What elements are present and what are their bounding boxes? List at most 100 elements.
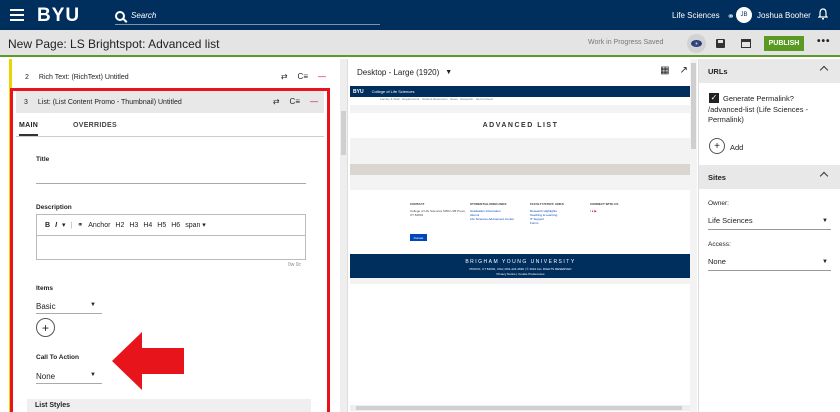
- collapse-icon[interactable]: C≡: [298, 72, 308, 81]
- char-count: 0w 0c: [288, 262, 302, 268]
- italic-button[interactable]: I: [55, 222, 57, 229]
- preview-pane: Desktop - Large (1920) ▼ ▦ ↗ BYU College…: [347, 59, 700, 412]
- urls-header-label: URLs: [708, 66, 728, 76]
- row-label: List: (List Content Promo - Thumbnail) U…: [37, 98, 182, 106]
- urls-section-header[interactable]: URLs: [699, 59, 840, 83]
- avatar[interactable]: JB: [736, 7, 752, 23]
- preview-frame[interactable]: BYU College of Life Sciences Faculty & S…: [350, 86, 691, 284]
- site-brand: BYU: [353, 88, 364, 95]
- items-select[interactable]: Basic ▼: [36, 299, 102, 313]
- bottom-line: PROVO, UT 84602, USA | 801-422-4636 | © …: [469, 267, 572, 271]
- chevron-down-icon: ▼: [445, 69, 453, 76]
- device-label: Desktop - Large (1920): [357, 68, 440, 77]
- h5-button[interactable]: H5: [157, 222, 166, 229]
- access-value: None: [708, 257, 726, 266]
- footer-col-text: Graduation Information Alumni Life Scien…: [470, 209, 515, 221]
- generate-permalink-checkbox[interactable]: ✓: [709, 93, 719, 103]
- owner-select[interactable]: Life Sciences ▼: [708, 216, 831, 230]
- add-item-button[interactable]: +: [36, 318, 55, 337]
- delete-icon[interactable]: —: [318, 72, 326, 81]
- description-label: Description: [36, 204, 72, 211]
- span-dropdown[interactable]: span ▾: [185, 221, 206, 229]
- title-input[interactable]: [36, 183, 306, 184]
- items-label: Items: [36, 285, 53, 292]
- footer-col-text: College of Life Sciences 5050 LSB Provo,…: [410, 209, 466, 217]
- bold-button[interactable]: B: [45, 222, 50, 229]
- right-sidebar: URLs ✓ Generate Permalink? /advanced-lis…: [698, 59, 840, 412]
- list-styles-section[interactable]: List Styles: [27, 399, 311, 412]
- title-label: Title: [36, 156, 50, 163]
- site-band: [350, 164, 691, 175]
- byu-logo[interactable]: BYU: [37, 5, 80, 27]
- link-icon[interactable]: ⚭: [727, 11, 735, 22]
- search-input[interactable]: Search: [115, 7, 380, 25]
- footer-col-title: CONNECT WITH US: [590, 202, 619, 206]
- editor-header: New Page: LS Brightspot: Advanced list W…: [0, 30, 840, 57]
- site-header: BYU College of Life Sciences: [350, 86, 691, 97]
- move-icon[interactable]: ⇄: [273, 97, 280, 106]
- more-options-button[interactable]: •••: [817, 36, 831, 47]
- anchor-button[interactable]: Anchor: [88, 222, 110, 229]
- preview-button[interactable]: [687, 34, 706, 53]
- sites-header-label: Sites: [708, 172, 726, 182]
- calendar-icon[interactable]: ▦: [660, 65, 669, 76]
- donate-button: Donate: [410, 234, 427, 241]
- username[interactable]: Joshua Booher: [757, 11, 811, 20]
- module-row[interactable]: 2 Rich Text: (RichText) Untitled ⇄ C≡ —: [14, 67, 332, 87]
- h3-button[interactable]: H3: [129, 222, 138, 229]
- generate-permalink-label: Generate Permalink?: [723, 94, 794, 103]
- page-title: New Page: LS Brightspot: Advanced list: [8, 37, 220, 51]
- add-url-button[interactable]: +: [709, 138, 725, 154]
- list-styles-label: List Styles: [35, 402, 71, 409]
- site-switcher[interactable]: Life Sciences: [672, 11, 720, 20]
- owner-value: Life Sciences: [708, 216, 753, 225]
- h4-button[interactable]: H4: [143, 222, 152, 229]
- footer-col-title: FACULTY/STAFF LINKS: [530, 202, 564, 206]
- add-url-label[interactable]: Add: [730, 143, 743, 152]
- menu-icon[interactable]: [10, 9, 24, 21]
- top-nav: BYU Search Life Sciences ⚭ JB Joshua Boo…: [0, 0, 840, 30]
- footer-col-title: CONTACT: [410, 202, 425, 206]
- site-hero-title: ADVANCED LIST: [350, 113, 691, 138]
- save-icon[interactable]: [716, 39, 725, 48]
- eye-icon: [691, 40, 702, 47]
- editor-scrollbar[interactable]: [340, 59, 347, 412]
- site-footer: CONTACT College of Life Sciences 5050 LSB…: [350, 190, 691, 254]
- calendar-icon[interactable]: [741, 39, 751, 48]
- tab-main[interactable]: MAIN: [19, 122, 39, 136]
- external-link-icon[interactable]: ↗: [680, 65, 688, 76]
- delete-icon[interactable]: —: [310, 97, 318, 106]
- cta-label: Call To Action: [36, 354, 79, 361]
- access-select[interactable]: None ▼: [708, 257, 831, 271]
- chevron-up-icon: [819, 65, 829, 75]
- h6-button[interactable]: H6: [171, 222, 180, 229]
- description-editor[interactable]: [36, 236, 306, 260]
- search-placeholder: Search: [131, 11, 157, 20]
- h2-button[interactable]: H2: [115, 222, 124, 229]
- divider: |: [70, 221, 73, 229]
- items-value: Basic: [36, 301, 56, 311]
- chevron-down-icon: ▼: [822, 259, 828, 265]
- preview-hscrollbar[interactable]: [350, 405, 693, 411]
- module-row-expanded[interactable]: 3 List: (List Content Promo - Thumbnail)…: [16, 91, 324, 113]
- device-select[interactable]: Desktop - Large (1920) ▼: [357, 68, 452, 77]
- collapse-icon[interactable]: C≡: [290, 97, 300, 106]
- link-icon[interactable]: ⚭: [77, 221, 83, 229]
- format-dropdown[interactable]: ▾: [62, 221, 66, 229]
- site-college: College of Life Sciences: [371, 89, 415, 94]
- cta-select[interactable]: None ▼: [36, 369, 102, 383]
- chevron-down-icon: ▼: [822, 218, 828, 224]
- sites-section-header[interactable]: Sites: [699, 165, 840, 189]
- publish-button[interactable]: PUBLISH: [764, 36, 804, 51]
- annotation-arrow: [112, 332, 184, 390]
- chevron-up-icon: [819, 171, 829, 181]
- bell-icon[interactable]: [818, 8, 828, 20]
- bottom-line-2: Privacy Notice | Cookie Preferences: [496, 272, 545, 276]
- move-icon[interactable]: ⇄: [281, 72, 288, 81]
- row-number: 2: [25, 73, 29, 81]
- tab-bar: MAIN OVERRIDES: [16, 115, 324, 137]
- tab-overrides[interactable]: OVERRIDES: [73, 122, 117, 129]
- cta-value: None: [36, 371, 56, 381]
- preview-vscrollbar[interactable]: [690, 59, 697, 412]
- cta-underline: [36, 383, 102, 384]
